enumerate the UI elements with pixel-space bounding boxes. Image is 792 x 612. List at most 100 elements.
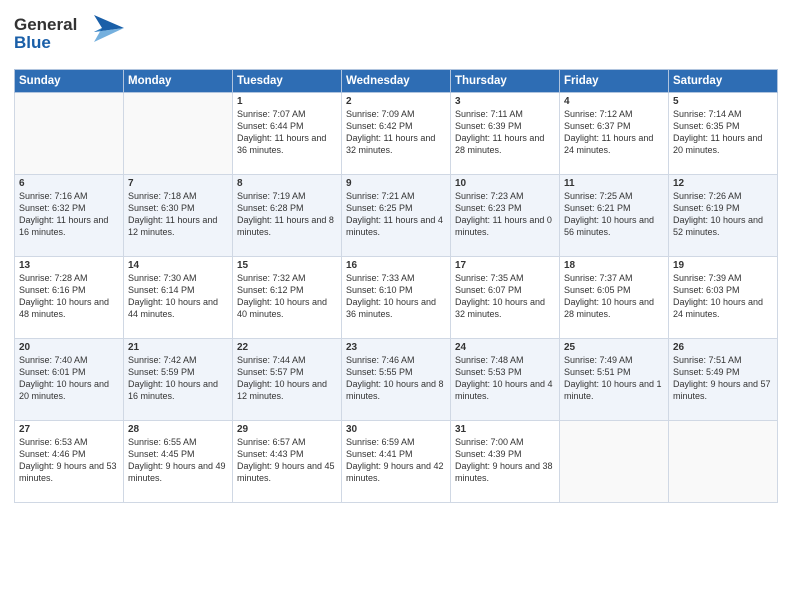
day-info: Sunrise: 7:28 AM Sunset: 6:16 PM Dayligh… [19, 272, 119, 321]
calendar-week-1: 1Sunrise: 7:07 AM Sunset: 6:44 PM Daylig… [15, 93, 778, 175]
day-number: 31 [455, 424, 555, 435]
day-number: 26 [673, 342, 773, 353]
calendar-cell: 9Sunrise: 7:21 AM Sunset: 6:25 PM Daylig… [342, 175, 451, 257]
calendar-cell: 15Sunrise: 7:32 AM Sunset: 6:12 PM Dayli… [233, 257, 342, 339]
header: General Blue [14, 10, 778, 61]
calendar-week-4: 20Sunrise: 7:40 AM Sunset: 6:01 PM Dayli… [15, 339, 778, 421]
calendar-cell: 22Sunrise: 7:44 AM Sunset: 5:57 PM Dayli… [233, 339, 342, 421]
day-number: 11 [564, 178, 664, 189]
day-number: 16 [346, 260, 446, 271]
day-number: 5 [673, 96, 773, 107]
day-info: Sunrise: 6:53 AM Sunset: 4:46 PM Dayligh… [19, 436, 119, 485]
day-info: Sunrise: 7:32 AM Sunset: 6:12 PM Dayligh… [237, 272, 337, 321]
day-info: Sunrise: 7:35 AM Sunset: 6:07 PM Dayligh… [455, 272, 555, 321]
calendar-cell: 25Sunrise: 7:49 AM Sunset: 5:51 PM Dayli… [560, 339, 669, 421]
logo-svg: General Blue [14, 10, 124, 56]
day-number: 12 [673, 178, 773, 189]
calendar-cell: 12Sunrise: 7:26 AM Sunset: 6:19 PM Dayli… [669, 175, 778, 257]
weekday-header-monday: Monday [124, 70, 233, 93]
weekday-header-sunday: Sunday [15, 70, 124, 93]
day-info: Sunrise: 7:12 AM Sunset: 6:37 PM Dayligh… [564, 108, 664, 157]
day-number: 27 [19, 424, 119, 435]
day-number: 29 [237, 424, 337, 435]
day-number: 9 [346, 178, 446, 189]
calendar-week-2: 6Sunrise: 7:16 AM Sunset: 6:32 PM Daylig… [15, 175, 778, 257]
calendar-cell: 19Sunrise: 7:39 AM Sunset: 6:03 PM Dayli… [669, 257, 778, 339]
weekday-header-tuesday: Tuesday [233, 70, 342, 93]
calendar-cell: 7Sunrise: 7:18 AM Sunset: 6:30 PM Daylig… [124, 175, 233, 257]
calendar-cell [560, 421, 669, 503]
day-info: Sunrise: 7:07 AM Sunset: 6:44 PM Dayligh… [237, 108, 337, 157]
day-info: Sunrise: 7:51 AM Sunset: 5:49 PM Dayligh… [673, 354, 773, 403]
calendar-cell: 24Sunrise: 7:48 AM Sunset: 5:53 PM Dayli… [451, 339, 560, 421]
calendar-cell: 23Sunrise: 7:46 AM Sunset: 5:55 PM Dayli… [342, 339, 451, 421]
day-info: Sunrise: 6:55 AM Sunset: 4:45 PM Dayligh… [128, 436, 228, 485]
day-info: Sunrise: 7:00 AM Sunset: 4:39 PM Dayligh… [455, 436, 555, 485]
calendar-cell [669, 421, 778, 503]
calendar-cell: 27Sunrise: 6:53 AM Sunset: 4:46 PM Dayli… [15, 421, 124, 503]
logo: General Blue [14, 10, 124, 61]
day-info: Sunrise: 7:14 AM Sunset: 6:35 PM Dayligh… [673, 108, 773, 157]
weekday-header-row: SundayMondayTuesdayWednesdayThursdayFrid… [15, 70, 778, 93]
calendar-cell: 1Sunrise: 7:07 AM Sunset: 6:44 PM Daylig… [233, 93, 342, 175]
calendar-cell: 29Sunrise: 6:57 AM Sunset: 4:43 PM Dayli… [233, 421, 342, 503]
calendar-cell: 16Sunrise: 7:33 AM Sunset: 6:10 PM Dayli… [342, 257, 451, 339]
day-info: Sunrise: 7:11 AM Sunset: 6:39 PM Dayligh… [455, 108, 555, 157]
day-number: 4 [564, 96, 664, 107]
day-number: 25 [564, 342, 664, 353]
day-info: Sunrise: 7:40 AM Sunset: 6:01 PM Dayligh… [19, 354, 119, 403]
day-number: 19 [673, 260, 773, 271]
day-number: 17 [455, 260, 555, 271]
calendar-cell: 21Sunrise: 7:42 AM Sunset: 5:59 PM Dayli… [124, 339, 233, 421]
calendar-cell: 31Sunrise: 7:00 AM Sunset: 4:39 PM Dayli… [451, 421, 560, 503]
day-info: Sunrise: 7:39 AM Sunset: 6:03 PM Dayligh… [673, 272, 773, 321]
day-number: 22 [237, 342, 337, 353]
day-number: 28 [128, 424, 228, 435]
calendar-cell: 2Sunrise: 7:09 AM Sunset: 6:42 PM Daylig… [342, 93, 451, 175]
calendar-cell: 4Sunrise: 7:12 AM Sunset: 6:37 PM Daylig… [560, 93, 669, 175]
day-info: Sunrise: 7:16 AM Sunset: 6:32 PM Dayligh… [19, 190, 119, 239]
day-number: 2 [346, 96, 446, 107]
day-info: Sunrise: 7:26 AM Sunset: 6:19 PM Dayligh… [673, 190, 773, 239]
calendar-cell: 8Sunrise: 7:19 AM Sunset: 6:28 PM Daylig… [233, 175, 342, 257]
calendar-cell [15, 93, 124, 175]
day-info: Sunrise: 7:48 AM Sunset: 5:53 PM Dayligh… [455, 354, 555, 403]
calendar-cell: 5Sunrise: 7:14 AM Sunset: 6:35 PM Daylig… [669, 93, 778, 175]
day-info: Sunrise: 7:42 AM Sunset: 5:59 PM Dayligh… [128, 354, 228, 403]
calendar-cell: 6Sunrise: 7:16 AM Sunset: 6:32 PM Daylig… [15, 175, 124, 257]
day-info: Sunrise: 7:18 AM Sunset: 6:30 PM Dayligh… [128, 190, 228, 239]
svg-text:General: General [14, 15, 77, 34]
day-number: 8 [237, 178, 337, 189]
day-info: Sunrise: 7:19 AM Sunset: 6:28 PM Dayligh… [237, 190, 337, 239]
calendar-cell: 18Sunrise: 7:37 AM Sunset: 6:05 PM Dayli… [560, 257, 669, 339]
calendar-cell: 17Sunrise: 7:35 AM Sunset: 6:07 PM Dayli… [451, 257, 560, 339]
day-info: Sunrise: 7:25 AM Sunset: 6:21 PM Dayligh… [564, 190, 664, 239]
day-number: 10 [455, 178, 555, 189]
day-number: 24 [455, 342, 555, 353]
calendar-week-3: 13Sunrise: 7:28 AM Sunset: 6:16 PM Dayli… [15, 257, 778, 339]
day-number: 14 [128, 260, 228, 271]
calendar-cell: 13Sunrise: 7:28 AM Sunset: 6:16 PM Dayli… [15, 257, 124, 339]
logo-text-block: General Blue [14, 10, 124, 61]
day-number: 20 [19, 342, 119, 353]
calendar-cell: 14Sunrise: 7:30 AM Sunset: 6:14 PM Dayli… [124, 257, 233, 339]
calendar-cell: 20Sunrise: 7:40 AM Sunset: 6:01 PM Dayli… [15, 339, 124, 421]
day-info: Sunrise: 7:44 AM Sunset: 5:57 PM Dayligh… [237, 354, 337, 403]
day-number: 3 [455, 96, 555, 107]
day-info: Sunrise: 6:59 AM Sunset: 4:41 PM Dayligh… [346, 436, 446, 485]
day-number: 13 [19, 260, 119, 271]
weekday-header-thursday: Thursday [451, 70, 560, 93]
day-info: Sunrise: 7:49 AM Sunset: 5:51 PM Dayligh… [564, 354, 664, 403]
calendar-cell: 28Sunrise: 6:55 AM Sunset: 4:45 PM Dayli… [124, 421, 233, 503]
day-number: 21 [128, 342, 228, 353]
weekday-header-saturday: Saturday [669, 70, 778, 93]
day-info: Sunrise: 7:33 AM Sunset: 6:10 PM Dayligh… [346, 272, 446, 321]
day-number: 15 [237, 260, 337, 271]
weekday-header-wednesday: Wednesday [342, 70, 451, 93]
day-number: 30 [346, 424, 446, 435]
day-info: Sunrise: 7:23 AM Sunset: 6:23 PM Dayligh… [455, 190, 555, 239]
page-container: General Blue SundayMondayTuesdayWednesda… [0, 0, 792, 509]
day-info: Sunrise: 7:37 AM Sunset: 6:05 PM Dayligh… [564, 272, 664, 321]
day-info: Sunrise: 6:57 AM Sunset: 4:43 PM Dayligh… [237, 436, 337, 485]
day-number: 1 [237, 96, 337, 107]
